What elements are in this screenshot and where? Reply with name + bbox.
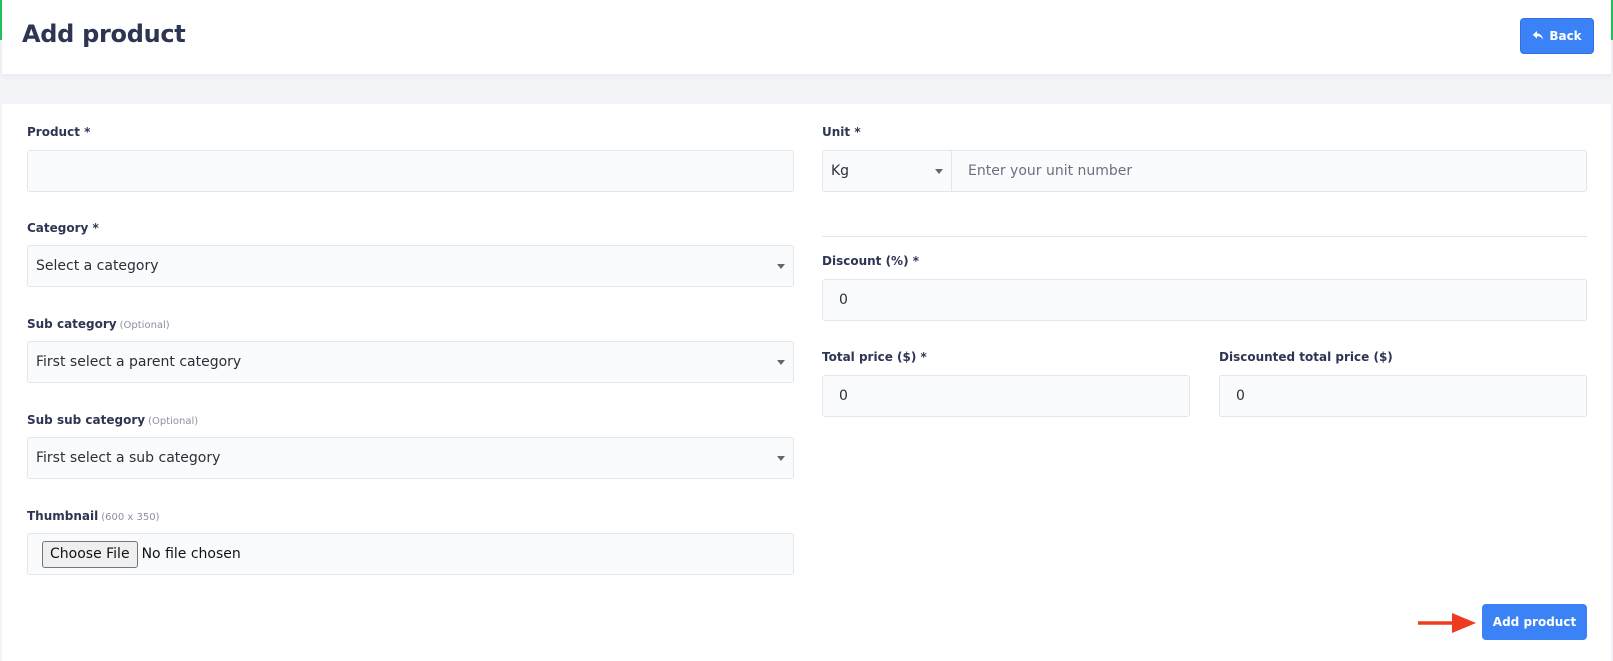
sub-sub-category-label: Sub sub category (Optional) — [27, 413, 198, 427]
page-header: Add product Back — [2, 0, 1611, 74]
product-input[interactable] — [36, 151, 793, 191]
section-divider — [822, 236, 1587, 237]
category-label: Category * — [27, 221, 99, 235]
thumbnail-hint: (600 x 350) — [101, 512, 160, 523]
red-arrow-icon — [1418, 613, 1476, 633]
sub-sub-category-hint: (Optional) — [148, 416, 199, 427]
total-price-input[interactable] — [839, 376, 1189, 416]
chevron-down-icon — [777, 456, 785, 461]
unit-type-select[interactable]: Kg — [822, 150, 952, 192]
unit-label: Unit * — [822, 125, 861, 139]
discounted-total-price-label: Discounted total price ($) — [1219, 350, 1393, 364]
sub-category-label-text: Sub category — [27, 317, 117, 331]
discount-input[interactable] — [839, 280, 1586, 320]
sub-sub-category-label-text: Sub sub category — [27, 413, 146, 427]
sub-category-selected-value: First select a parent category — [36, 354, 242, 370]
thumbnail-label-text: Thumbnail — [27, 509, 99, 523]
discounted-total-price-input[interactable] — [1236, 376, 1586, 416]
total-price-label: Total price ($) * — [822, 350, 927, 364]
thumbnail-label: Thumbnail (600 x 350) — [27, 509, 160, 523]
unit-type-selected-value: Kg — [831, 163, 850, 179]
unit-number-field[interactable] — [951, 150, 1587, 192]
sub-category-hint: (Optional) — [119, 320, 170, 331]
product-field[interactable] — [27, 150, 794, 192]
back-button[interactable]: Back — [1520, 18, 1594, 54]
chevron-down-icon — [777, 264, 785, 269]
back-button-label: Back — [1549, 29, 1582, 43]
reply-arrow-icon — [1532, 30, 1544, 42]
choose-file-button[interactable]: Choose File — [42, 540, 138, 568]
sub-category-label: Sub category (Optional) — [27, 317, 170, 331]
discount-field[interactable] — [822, 279, 1587, 321]
unit-number-input[interactable] — [968, 151, 1586, 191]
sub-sub-category-selected-value: First select a sub category — [36, 450, 221, 466]
discount-label: Discount (%) * — [822, 254, 920, 268]
product-label: Product * — [27, 125, 91, 139]
thumbnail-file-input[interactable]: Choose File No file chosen — [27, 533, 794, 575]
sub-sub-category-select[interactable]: First select a sub category — [27, 437, 794, 479]
category-selected-value: Select a category — [36, 258, 159, 274]
chevron-down-icon — [777, 360, 785, 365]
chevron-down-icon — [935, 169, 943, 174]
file-status-text: No file chosen — [141, 546, 241, 562]
discounted-total-price-field[interactable] — [1219, 375, 1587, 417]
sub-category-select[interactable]: First select a parent category — [27, 341, 794, 383]
page-title: Add product — [22, 20, 186, 48]
total-price-field[interactable] — [822, 375, 1190, 417]
category-select[interactable]: Select a category — [27, 245, 794, 287]
add-product-button[interactable]: Add product — [1482, 604, 1587, 640]
